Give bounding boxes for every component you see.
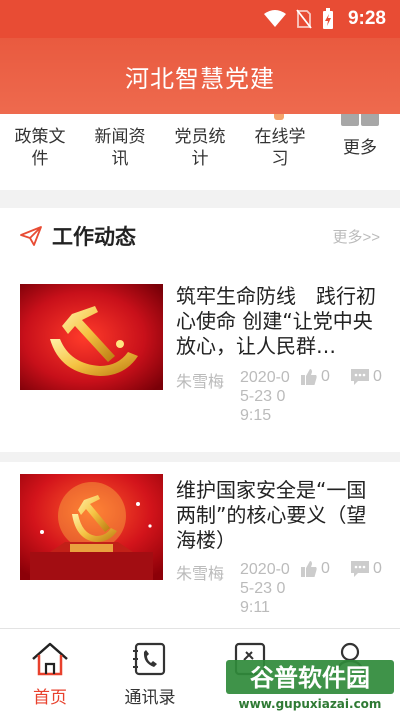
quick-item-policy[interactable]: 政策文件: [0, 114, 80, 190]
like-count: 0: [321, 368, 330, 385]
comment-icon: [351, 561, 369, 577]
nav-item-home[interactable]: 首页: [0, 629, 100, 720]
quick-item-label: 在线学习: [254, 127, 306, 169]
news-thumbnail: [20, 474, 163, 580]
news-meta: 朱雪梅 2020-05-23 09:15 0 0: [176, 368, 392, 438]
quick-item-stats[interactable]: 党员统计: [160, 114, 240, 190]
quick-item-learning[interactable]: 在线学习: [240, 114, 320, 190]
nav-label: 通讯录: [124, 688, 176, 708]
section-more-link[interactable]: 更多>>: [332, 226, 380, 247]
svg-text:www.gupuxiazai.com: www.gupuxiazai.com: [239, 697, 382, 711]
comment-count: 0: [373, 560, 382, 577]
status-time: 9:28: [347, 8, 386, 29]
send-icon: [20, 226, 42, 246]
news-date: 2020-05-23 09:15: [240, 369, 290, 424]
news-title: 筑牢生命防线 践行初心使命 创建“让党中央放心，让人民群…: [176, 284, 376, 358]
wifi-icon: [263, 10, 286, 27]
comment-count: 0: [373, 368, 382, 385]
news-meta: 朱雪梅 2020-05-23 09:11 0 0: [176, 560, 392, 630]
comment-icon: [351, 369, 369, 385]
nav-label: 首页: [33, 688, 67, 708]
news-author: 朱雪梅: [176, 374, 225, 391]
watermark-logo: 谷普软件园 www.gupuxiazai.com: [226, 660, 394, 711]
quick-item-label: 新闻资讯: [94, 127, 146, 169]
like-button[interactable]: 0: [300, 368, 330, 386]
news-card[interactable]: 筑牢生命防线 践行初心使命 创建“让党中央放心，让人民群… 朱雪梅 2020-0…: [0, 284, 400, 448]
like-button[interactable]: 0: [300, 560, 330, 578]
quick-menu: 政策文件 新闻资讯 党员统计 在线学习 更多: [0, 114, 400, 190]
svg-text:谷普软件园: 谷普软件园: [250, 664, 370, 692]
news-card[interactable]: 维护国家安全是“一国两制”的核心要义（望海楼） 朱雪梅 2020-05-23 0…: [0, 466, 400, 626]
news-date: 2020-05-23 09:11: [240, 561, 290, 616]
news-thumbnail: [20, 284, 163, 390]
news-title: 维护国家安全是“一国两制”的核心要义（望海楼）: [176, 478, 367, 552]
section-title: 工作动态: [52, 225, 136, 249]
battery-charging-icon: [322, 8, 333, 29]
home-icon: [32, 642, 68, 676]
quick-item-label: 政策文件: [14, 127, 66, 169]
quick-item-label: 更多: [343, 138, 377, 158]
thumbs-up-icon: [301, 369, 317, 385]
like-count: 0: [321, 560, 330, 577]
app-bar: 河北智慧党建: [0, 38, 400, 114]
more-grid-icon: [341, 114, 379, 126]
section-header: 工作动态 更多>>: [0, 208, 400, 264]
quick-item-more[interactable]: 更多: [320, 114, 400, 190]
app-title: 河北智慧党建: [125, 64, 275, 93]
comment-button[interactable]: 0: [350, 368, 382, 386]
no-sim-icon: [296, 9, 312, 29]
nav-item-contacts[interactable]: 通讯录: [100, 629, 200, 720]
quick-item-news[interactable]: 新闻资讯: [80, 114, 160, 190]
thumbs-up-icon: [301, 561, 317, 577]
contacts-icon: [133, 642, 166, 676]
quick-item-label: 党员统计: [174, 127, 226, 169]
comment-button[interactable]: 0: [350, 560, 382, 578]
card-divider: [0, 452, 400, 462]
news-author: 朱雪梅: [176, 566, 225, 583]
status-bar: 9:28: [0, 0, 400, 38]
learning-icon: [274, 114, 284, 120]
